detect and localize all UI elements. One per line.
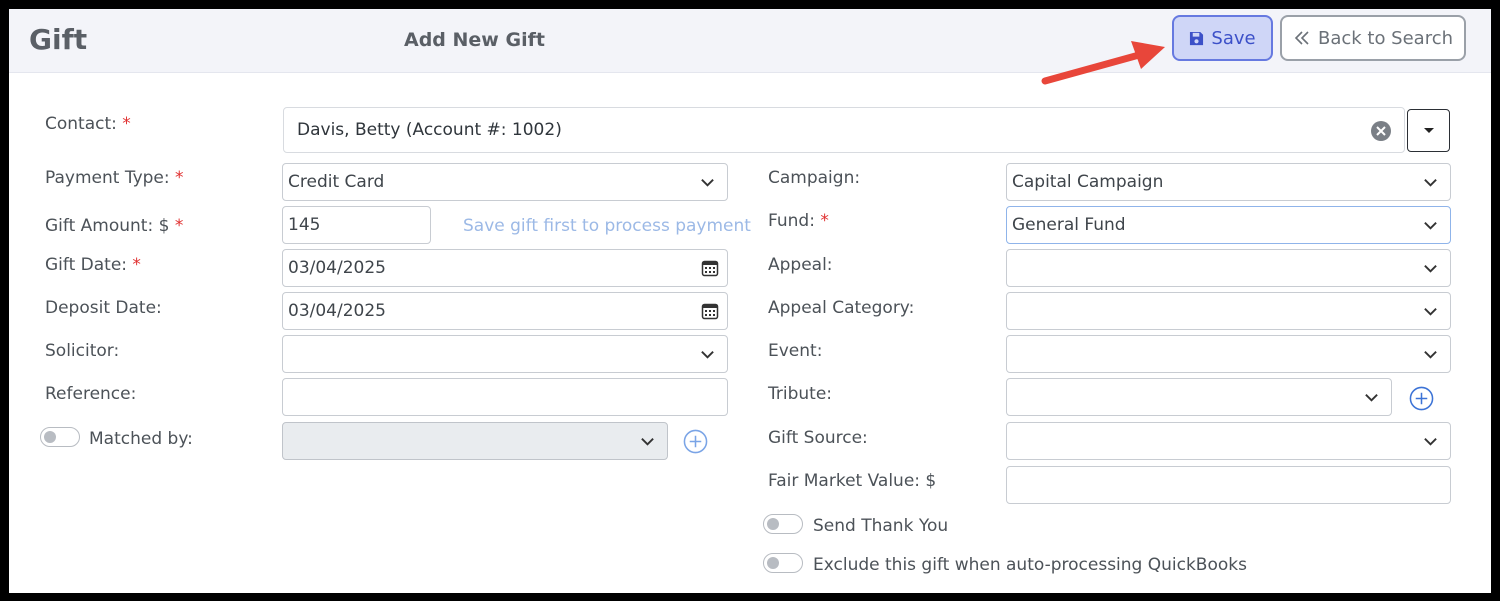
payment-type-select[interactable]: Credit Card (282, 163, 728, 201)
floppy-disk-icon (1190, 31, 1204, 45)
fund-value: General Fund (1012, 215, 1126, 235)
gift-source-label: Gift Source: (768, 428, 868, 448)
page-header: Gift Add New Gift Save Back to Search (9, 9, 1491, 73)
chevron-down-icon (701, 351, 714, 359)
back-label: Back to Search (1317, 27, 1454, 49)
campaign-select[interactable]: Capital Campaign (1006, 163, 1451, 201)
gift-amount-value: 145 (288, 215, 321, 235)
chevron-down-icon (1424, 438, 1437, 446)
tribute-select[interactable] (1006, 378, 1392, 416)
campaign-label: Campaign: (768, 168, 861, 188)
event-label: Event: (768, 341, 823, 361)
back-to-search-button[interactable]: Back to Search (1280, 15, 1466, 61)
annotation-arrow-icon (1041, 41, 1165, 85)
chevron-down-icon (1424, 351, 1437, 359)
send-thank-you-toggle[interactable] (763, 514, 803, 534)
payment-type-label: Payment Type: * (45, 168, 184, 188)
campaign-value: Capital Campaign (1012, 172, 1164, 192)
double-chevron-left-icon (1294, 31, 1309, 45)
page-subtitle: Add New Gift (404, 29, 545, 51)
gift-date-value: 03/04/2025 (288, 258, 386, 278)
matched-by-label: Matched by: (89, 429, 193, 449)
matched-by-select (282, 422, 668, 460)
chevron-down-icon (1365, 394, 1378, 402)
gift-amount-input[interactable]: 145 (282, 206, 431, 244)
chevron-down-icon (1424, 265, 1437, 273)
exclude-quickbooks-toggle[interactable] (763, 553, 803, 573)
deposit-date-label: Deposit Date: (45, 298, 162, 318)
gift-form-window: Gift Add New Gift Save Back to Search Co… (9, 9, 1491, 593)
appeal-select[interactable] (1006, 249, 1451, 287)
fund-select[interactable]: General Fund (1006, 206, 1451, 244)
clear-icon[interactable] (1371, 121, 1391, 141)
page-title: Gift (29, 23, 88, 56)
contact-label: Contact: * (45, 114, 131, 134)
solicitor-select[interactable] (282, 335, 728, 373)
chevron-down-icon (701, 179, 714, 187)
chevron-down-icon (1424, 308, 1437, 316)
payment-type-value: Credit Card (288, 172, 385, 192)
payment-hint: Save gift first to process payment (463, 216, 751, 236)
contact-value: Davis, Betty (Account #: 1002) (297, 120, 562, 140)
chevron-down-icon (641, 438, 654, 446)
appeal-label: Appeal: (768, 255, 833, 275)
save-label: Save (1211, 27, 1256, 49)
gift-source-select[interactable] (1006, 422, 1451, 460)
gift-date-label: Gift Date: * (45, 255, 141, 275)
add-matched-by-icon[interactable] (683, 429, 708, 454)
deposit-date-input[interactable]: 03/04/2025 (282, 292, 728, 330)
appeal-category-label: Appeal Category: (768, 298, 915, 318)
deposit-date-value: 03/04/2025 (288, 301, 386, 321)
save-button[interactable]: Save (1172, 15, 1273, 61)
fair-market-value-label: Fair Market Value: $ (768, 471, 937, 491)
reference-input[interactable] (282, 378, 728, 416)
exclude-quickbooks-label: Exclude this gift when auto-processing Q… (813, 555, 1247, 575)
event-select[interactable] (1006, 335, 1451, 373)
send-thank-you-label: Send Thank You (813, 516, 949, 536)
contact-dropdown-button[interactable] (1407, 109, 1450, 152)
add-tribute-icon[interactable] (1409, 386, 1434, 411)
chevron-down-icon (1424, 179, 1437, 187)
fund-label: Fund: * (768, 211, 829, 231)
tribute-label: Tribute: (768, 384, 833, 404)
appeal-category-select[interactable] (1006, 292, 1451, 330)
reference-label: Reference: (45, 384, 137, 404)
chevron-down-icon (1424, 222, 1437, 230)
fair-market-value-input[interactable] (1006, 466, 1451, 504)
calendar-icon[interactable] (701, 302, 719, 320)
calendar-icon[interactable] (701, 259, 719, 277)
solicitor-label: Solicitor: (45, 341, 120, 361)
contact-field[interactable]: Davis, Betty (Account #: 1002) (283, 107, 1405, 153)
gift-date-input[interactable]: 03/04/2025 (282, 249, 728, 287)
gift-amount-label: Gift Amount: $ * (45, 216, 184, 236)
matched-by-toggle[interactable] (40, 427, 80, 447)
